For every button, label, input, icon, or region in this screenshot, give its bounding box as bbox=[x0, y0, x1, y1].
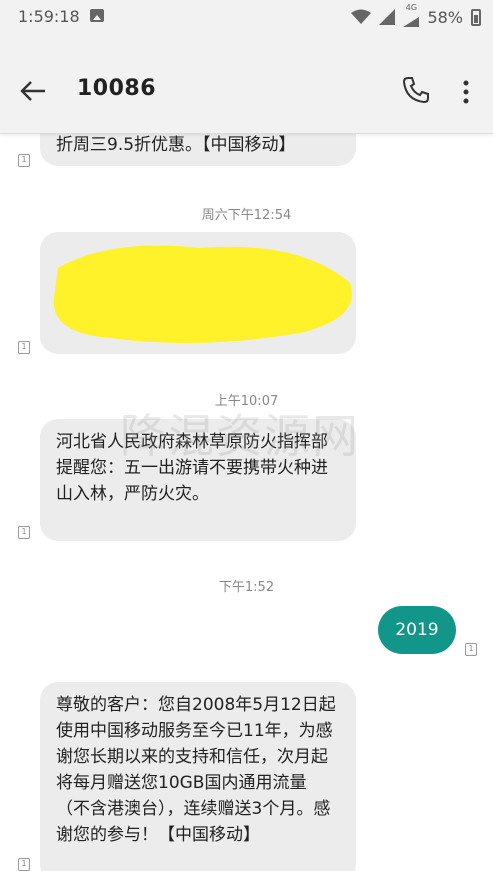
back-arrow-icon[interactable] bbox=[18, 76, 48, 106]
wifi-icon bbox=[351, 9, 372, 24]
sim-icon: 1 bbox=[465, 643, 477, 656]
more-options-icon[interactable] bbox=[455, 78, 477, 106]
message-text: 2019 bbox=[395, 620, 439, 640]
message-timestamp: 上午10:07 bbox=[214, 394, 279, 409]
status-icons: 4G 58% bbox=[351, 3, 481, 31]
sim-icon: 1 bbox=[18, 858, 30, 871]
status-bar: 1:59:18 4G 58% bbox=[0, 0, 493, 34]
message-bubble-outgoing[interactable]: 2019 bbox=[378, 606, 456, 654]
photo-notification-icon bbox=[90, 9, 104, 22]
message-bubble-incoming[interactable]: 河北省人民政府森林草原防火指挥部提醒您：五一出游请不要携带火种进山入林，严防火灾… bbox=[40, 419, 356, 541]
network-type-icon: 4G bbox=[403, 3, 420, 31]
redaction-scribble bbox=[53, 245, 352, 343]
signal-icon-2 bbox=[403, 16, 420, 27]
message-bubble-incoming[interactable]: 折周三9.5折优惠。【中国移动】 bbox=[40, 134, 356, 166]
signal-icon bbox=[379, 9, 396, 25]
message-text: 河北省人民政府森林草原防火指挥部提醒您：五一出游请不要携带火种进山入林，严防火灾… bbox=[56, 432, 328, 504]
sim-icon: 1 bbox=[18, 526, 30, 539]
message-timestamp: 下午1:52 bbox=[218, 580, 275, 595]
sim-icon: 1 bbox=[18, 341, 30, 354]
message-timestamp: 周六下午12:54 bbox=[201, 208, 292, 223]
battery-icon bbox=[471, 8, 481, 26]
phone-icon[interactable] bbox=[401, 75, 431, 105]
conversation-header: 10086 bbox=[0, 34, 493, 134]
message-text: 折周三9.5折优惠。【中国移动】 bbox=[56, 135, 296, 155]
message-text: 尊敬的客户：您自2008年5月12日起使用中国移动服务至今已11年，为感谢您长期… bbox=[56, 695, 336, 845]
message-bubble-incoming[interactable]: 尊敬的客户：您自2008年5月12日起使用中国移动服务至今已11年，为感谢您长期… bbox=[40, 682, 356, 871]
contact-title: 10086 bbox=[77, 76, 157, 101]
status-time: 1:59:18 bbox=[18, 7, 80, 26]
sim-icon: 1 bbox=[18, 154, 30, 167]
battery-percent: 58% bbox=[427, 7, 463, 27]
